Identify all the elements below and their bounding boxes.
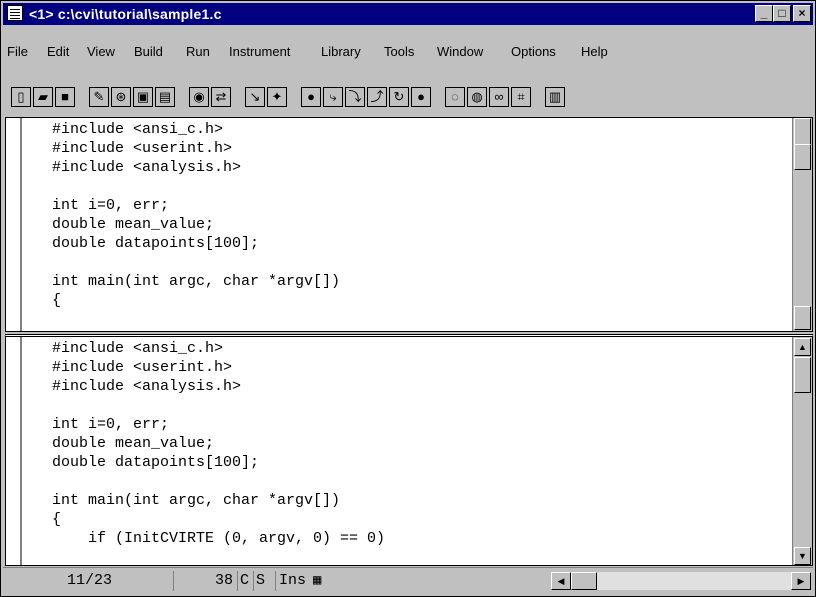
menu-help[interactable]: Help (581, 44, 608, 59)
menu-edit[interactable]: Edit (47, 44, 69, 59)
code-line[interactable]: #include <ansi_c.h> (52, 339, 385, 358)
code-line[interactable]: if (InitCVIRTE (0, argv, 0) == 0) (52, 529, 385, 548)
code-line[interactable]: #include <ansi_c.h> (52, 120, 340, 139)
horizontal-scroll-thumb[interactable] (571, 572, 597, 590)
horizontal-scroll-track[interactable] (597, 572, 791, 590)
status-flag-c: C (237, 571, 249, 591)
stop-icon[interactable]: ● (411, 87, 431, 107)
status-flag-s: S (253, 571, 265, 591)
menu-options[interactable]: Options (511, 44, 556, 59)
vertical-scrollbar-bottom[interactable]: ▲ ▼ (792, 337, 812, 565)
scroll-thumb-top-1[interactable] (794, 118, 811, 146)
menu-build[interactable]: Build (134, 44, 163, 59)
code-line[interactable] (52, 396, 385, 415)
scroll-thumb-bottom[interactable] (794, 357, 811, 393)
code-line[interactable]: int i=0, err; (52, 415, 385, 434)
variables-icon[interactable]: ⌗ (511, 87, 531, 107)
source-code-top[interactable]: #include <ansi_c.h> #include <userint.h> #… (52, 120, 340, 310)
code-line[interactable]: #include <userint.h> (52, 139, 340, 158)
code-line[interactable]: double datapoints[100]; (52, 453, 385, 472)
status-line-position: 11/23 (67, 572, 113, 589)
close-icon: × (798, 6, 806, 20)
menu-library[interactable]: Library (321, 44, 361, 59)
panel-icon[interactable]: ▤ (155, 87, 175, 107)
code-line[interactable]: int main(int argc, char *argv[]) (52, 272, 340, 291)
status-bar: 11/23 38 C S Ins ▦ ◀ ▶ (3, 567, 813, 596)
scroll-down-arrow-icon[interactable]: ▼ (794, 547, 811, 565)
run-program-icon[interactable]: ✦ (267, 87, 287, 107)
code-line[interactable]: { (52, 510, 385, 529)
menu-window[interactable]: Window (437, 44, 483, 59)
scroll-up-arrow-icon[interactable]: ▲ (794, 338, 811, 356)
maximize-button[interactable]: □ (773, 5, 791, 22)
continue-icon[interactable]: ↻ (389, 87, 409, 107)
new-file-icon[interactable]: ▯ (11, 87, 31, 107)
system-menu-icon[interactable] (7, 5, 23, 21)
run-icon[interactable]: ⊛ (111, 87, 131, 107)
scroll-right-arrow-icon[interactable]: ▶ (791, 572, 811, 590)
menu-bar: File Edit View Build Run Instrument Libr… (3, 41, 813, 63)
open-folder-icon[interactable]: ▰ (33, 87, 53, 107)
menu-instrument[interactable]: Instrument (229, 44, 290, 59)
watch-icon[interactable]: ∞ (489, 87, 509, 107)
menu-tools[interactable]: Tools (384, 44, 414, 59)
code-line[interactable]: int i=0, err; (52, 196, 340, 215)
step-over-icon[interactable]: ⤵ (345, 87, 365, 107)
code-line[interactable]: #include <userint.h> (52, 358, 385, 377)
breakpoint-icon[interactable]: ◌ (445, 87, 465, 107)
code-line[interactable]: { (52, 291, 340, 310)
minimize-icon: _ (760, 6, 768, 20)
code-line[interactable]: double mean_value; (52, 434, 385, 453)
scroll-left-arrow-icon[interactable]: ◀ (551, 572, 571, 590)
status-column: 38 (215, 572, 234, 589)
tag-icon[interactable]: ◍ (467, 87, 487, 107)
code-line[interactable]: double datapoints[100]; (52, 234, 340, 253)
menu-view[interactable]: View (87, 44, 115, 59)
maximize-icon: □ (778, 6, 786, 20)
code-line[interactable] (52, 253, 340, 272)
vertical-scrollbar-top[interactable] (792, 118, 812, 331)
status-insert-mode: Ins (275, 571, 306, 591)
function-panel-icon[interactable]: ▥ (545, 87, 565, 107)
code-line[interactable]: double mean_value; (52, 215, 340, 234)
code-line[interactable]: #include <analysis.h> (52, 158, 340, 177)
title-bar[interactable]: <1> c:\cvi\tutorial\sample1.c _ □ × (3, 3, 813, 25)
editor-window: <1> c:\cvi\tutorial\sample1.c _ □ × File… (0, 0, 816, 597)
gutter-top (6, 118, 22, 331)
gutter-bottom (6, 337, 22, 565)
build-icon[interactable]: ▣ (133, 87, 153, 107)
code-line[interactable]: #include <analysis.h> (52, 377, 385, 396)
source-code-bottom[interactable]: #include <ansi_c.h> #include <userint.h> #… (52, 339, 385, 548)
code-line[interactable] (52, 177, 340, 196)
code-line[interactable] (52, 472, 385, 491)
scroll-thumb-top-3[interactable] (794, 306, 811, 330)
toolbar: ▯ ▰ ■ ✎ ⊛ ▣ ▤ ◉ ⇄ ↘ ✦ ● ⤷ ⤵ ⤴ ↻ ● ◌ ◍ ∞ … (3, 79, 813, 113)
menu-file[interactable]: File (7, 44, 28, 59)
replace-icon[interactable]: ⇄ (211, 87, 231, 107)
window-title: <1> c:\cvi\tutorial\sample1.c (29, 6, 222, 22)
goto-icon[interactable]: ↘ (245, 87, 265, 107)
minimize-button[interactable]: _ (755, 5, 773, 22)
save-disk-icon[interactable]: ■ (55, 87, 75, 107)
find-icon[interactable]: ◉ (189, 87, 209, 107)
code-line[interactable]: int main(int argc, char *argv[]) (52, 491, 385, 510)
close-button[interactable]: × (793, 5, 811, 22)
editor-pane-top[interactable]: #include <ansi_c.h> #include <userint.h> #… (5, 117, 813, 332)
scroll-thumb-top-2[interactable] (794, 144, 811, 170)
go-icon[interactable]: ● (301, 87, 321, 107)
keyboard-icon: ▦ (313, 573, 322, 589)
edit-icon[interactable]: ✎ (89, 87, 109, 107)
menu-run[interactable]: Run (186, 44, 210, 59)
finish-icon[interactable]: ⤴ (367, 87, 387, 107)
step-into-icon[interactable]: ⤷ (323, 87, 343, 107)
editor-pane-bottom[interactable]: #include <ansi_c.h> #include <userint.h> #… (5, 334, 813, 566)
